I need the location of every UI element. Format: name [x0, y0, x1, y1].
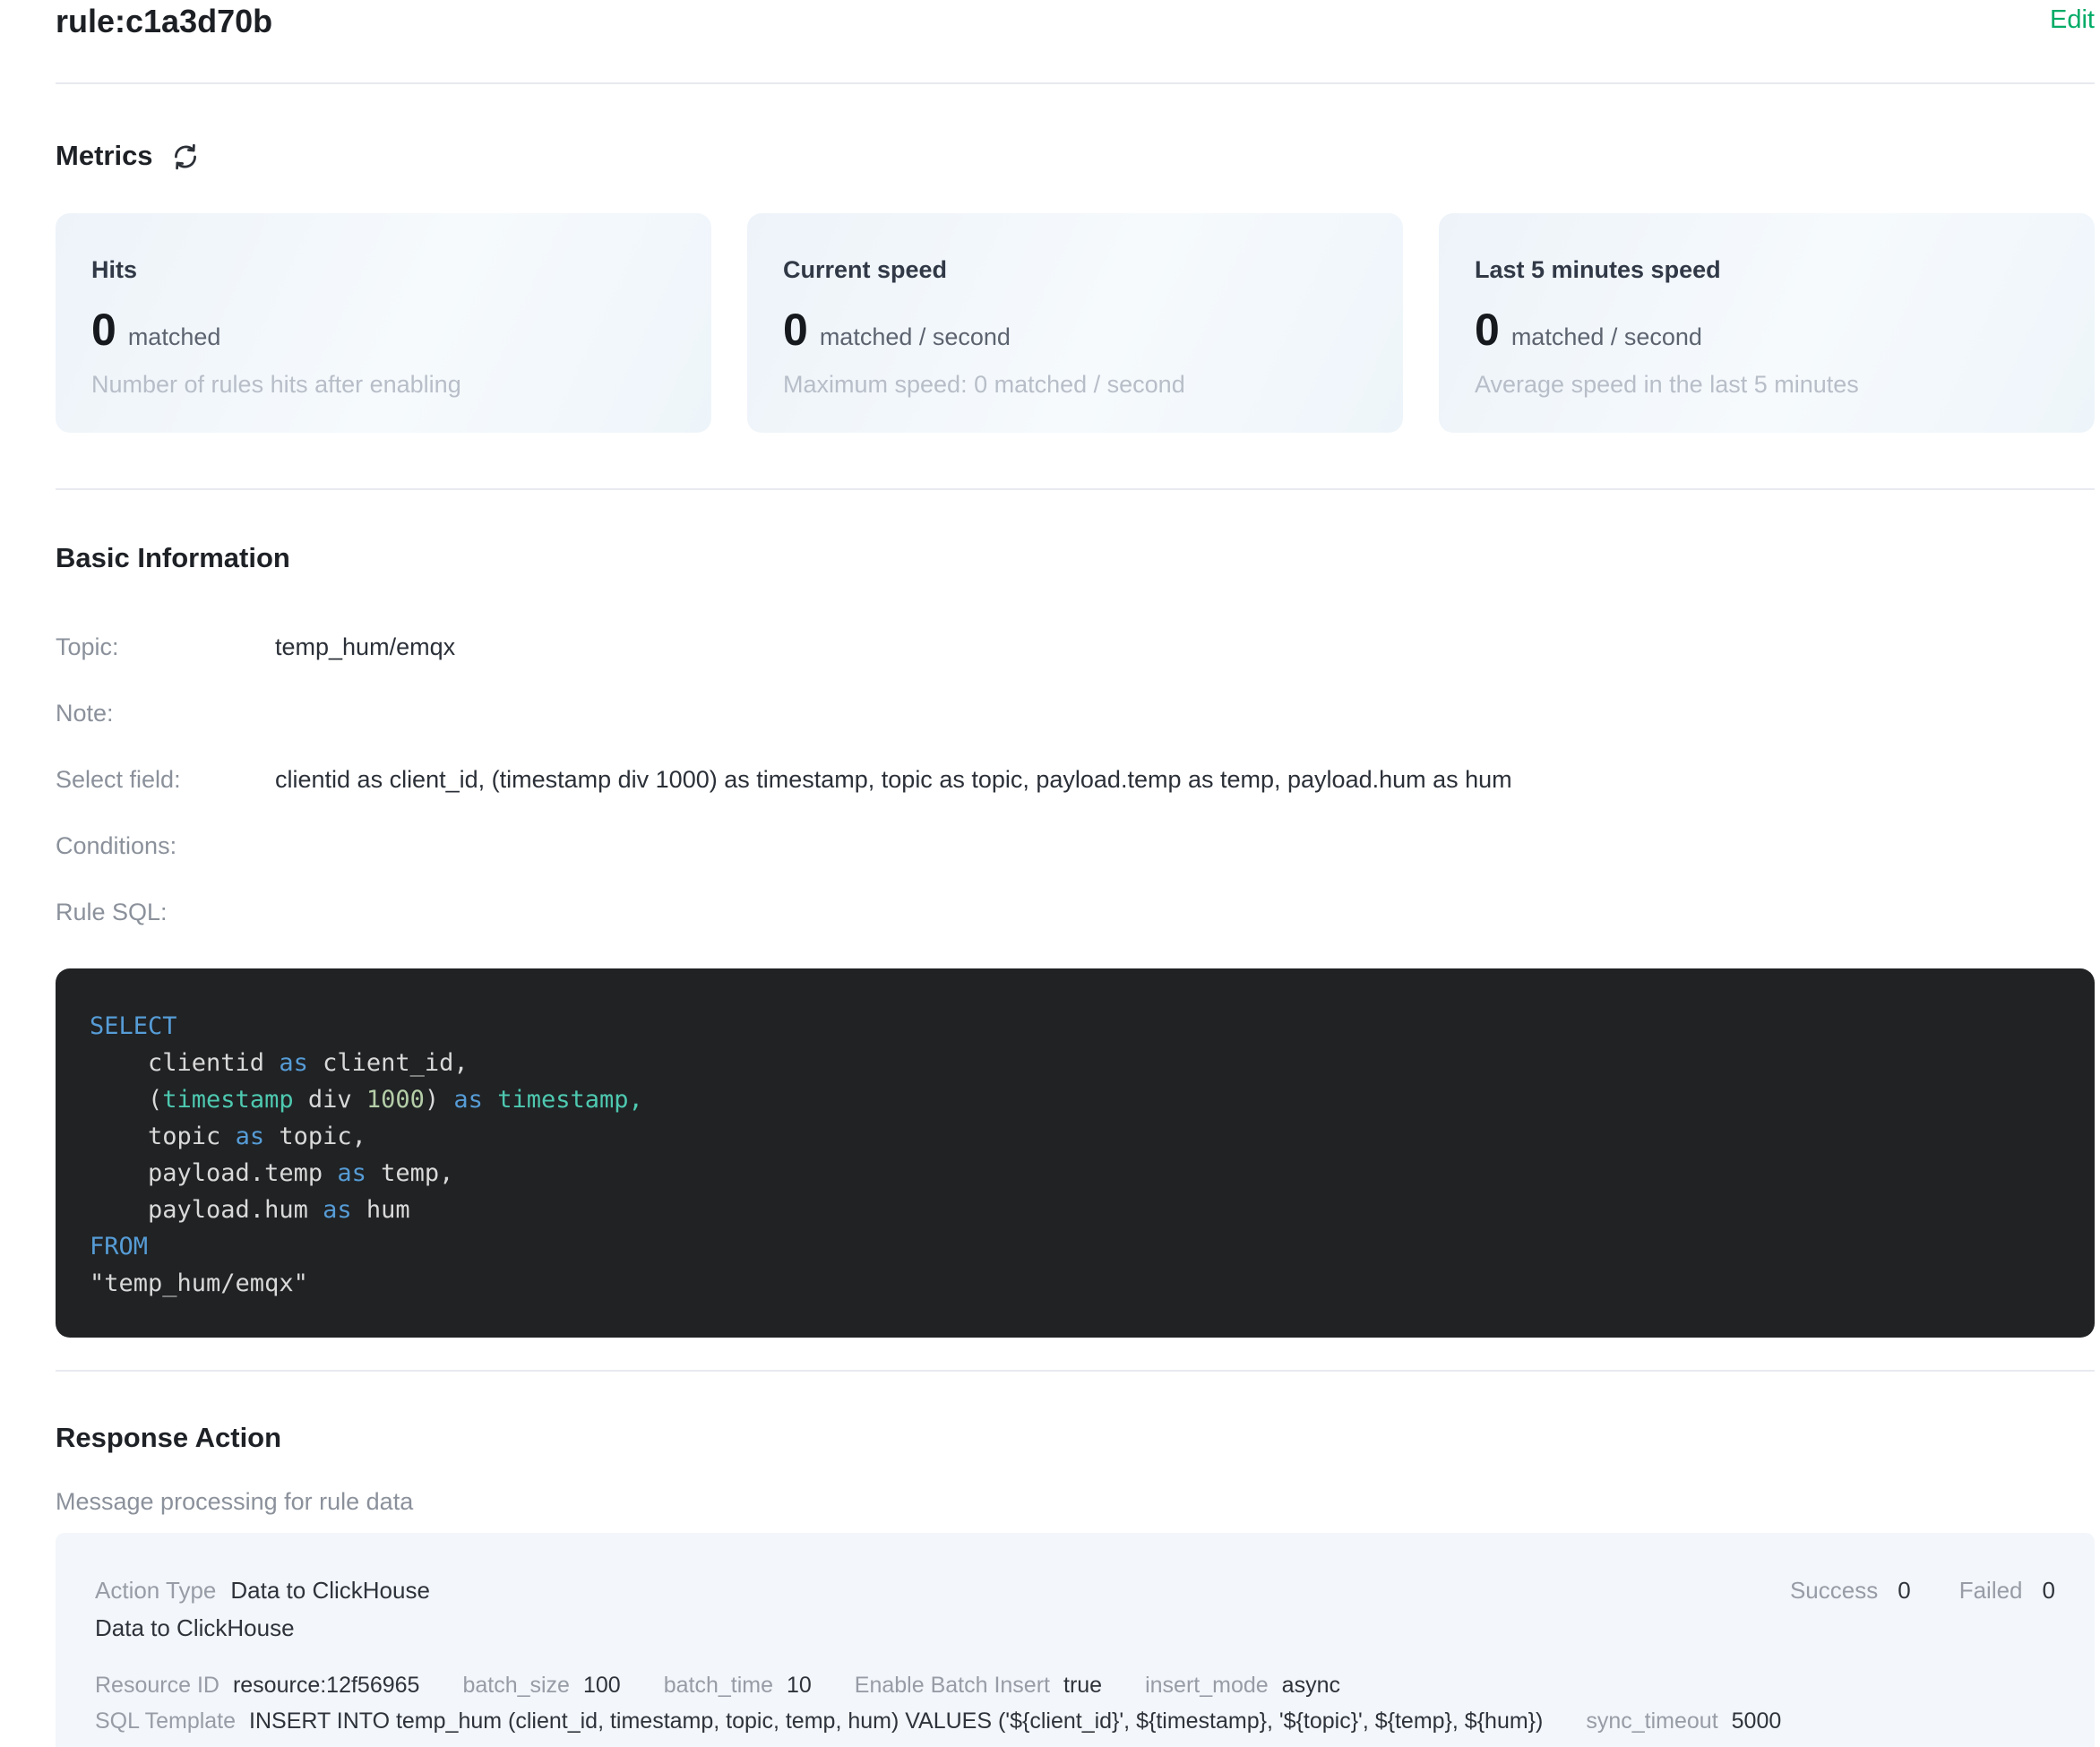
- page-title: rule:c1a3d70b: [56, 2, 272, 41]
- action-type-label: Action Type: [95, 1576, 216, 1605]
- property-label: sync_timeout: [1586, 1707, 1717, 1735]
- property-value: 5000: [1732, 1707, 1782, 1735]
- property-value: 10: [787, 1671, 812, 1700]
- metric-title: Current speed: [783, 254, 1367, 285]
- property-batch-time: batch_time 10: [664, 1671, 812, 1700]
- success-value: 0: [1898, 1576, 1910, 1605]
- action-card-header: Action Type Data to ClickHouse Success 0…: [95, 1576, 2055, 1605]
- refresh-icon[interactable]: [169, 141, 202, 173]
- action-properties: Resource ID resource:12f56965 batch_size…: [95, 1671, 2055, 1735]
- action-stats: Success 0 Failed 0: [1790, 1576, 2055, 1605]
- edit-link[interactable]: Edit: [2050, 4, 2095, 36]
- field-label: Topic:: [56, 632, 275, 662]
- property-label: insert_mode: [1145, 1671, 1269, 1700]
- property-enable-batch-insert: Enable Batch Insert true: [855, 1671, 1102, 1700]
- metric-card-last-5-minutes-speed: Last 5 minutes speed 0 matched / second …: [1439, 213, 2095, 433]
- field-row-topic: Topic: temp_hum/emqx: [56, 632, 2095, 662]
- metric-value-row: 0 matched / second: [1475, 306, 2059, 353]
- action-card: Action Type Data to ClickHouse Success 0…: [56, 1533, 2095, 1747]
- field-row-conditions: Conditions:: [56, 830, 2095, 861]
- metric-value: 0: [783, 306, 808, 353]
- rule-sql-code: SELECT clientid as client_id, (timestamp…: [56, 968, 2095, 1338]
- metric-value: 0: [1475, 306, 1500, 353]
- property-value: true: [1063, 1671, 1102, 1700]
- action-type: Action Type Data to ClickHouse: [95, 1576, 430, 1605]
- basic-information-fields: Topic: temp_hum/emqx Note: Select field:…: [56, 632, 2095, 927]
- metric-cards-row: Hits 0 matched Number of rules hits afte…: [56, 213, 2095, 433]
- field-label: Select field:: [56, 764, 275, 795]
- property-value: async: [1282, 1671, 1340, 1700]
- field-label: Conditions:: [56, 830, 275, 861]
- property-sql-template: SQL Template INSERT INTO temp_hum (clien…: [95, 1707, 1543, 1735]
- basic-information-heading: Basic Information: [56, 540, 2095, 576]
- metrics-heading-label: Metrics: [56, 138, 153, 174]
- property-sync-timeout: sync_timeout 5000: [1586, 1707, 1781, 1735]
- field-label: Rule SQL:: [56, 897, 275, 927]
- metric-unit: matched: [128, 323, 221, 351]
- property-label: batch_time: [664, 1671, 773, 1700]
- metric-value-row: 0 matched: [91, 306, 676, 353]
- field-label: Note:: [56, 698, 275, 728]
- failed-stat: Failed 0: [1959, 1576, 2055, 1605]
- metrics-section-heading: Metrics: [56, 138, 2095, 174]
- metric-description: Average speed in the last 5 minutes: [1475, 369, 2059, 400]
- rule-detail-page: rule:c1a3d70b Edit Metrics Hits 0 matche…: [0, 0, 2100, 1747]
- failed-value: 0: [2043, 1576, 2055, 1605]
- action-name: Data to ClickHouse: [95, 1614, 2055, 1642]
- property-value: 100: [583, 1671, 621, 1700]
- metric-title: Last 5 minutes speed: [1475, 254, 2059, 285]
- property-value: resource:12f56965: [233, 1671, 419, 1700]
- metric-value: 0: [91, 306, 116, 353]
- metric-value-row: 0 matched / second: [783, 306, 1367, 353]
- action-type-value: Data to ClickHouse: [230, 1576, 430, 1605]
- success-label: Success: [1790, 1576, 1878, 1605]
- section-divider: [56, 1370, 2095, 1372]
- action-property-row: Resource ID resource:12f56965 batch_size…: [95, 1671, 2055, 1700]
- metric-card-hits: Hits 0 matched Number of rules hits afte…: [56, 213, 711, 433]
- property-insert-mode: insert_mode async: [1145, 1671, 1340, 1700]
- field-row-select-field: Select field: clientid as client_id, (ti…: [56, 764, 2095, 795]
- page-header: rule:c1a3d70b Edit: [56, 2, 2095, 84]
- property-label: batch_size: [462, 1671, 570, 1700]
- field-value: clientid as client_id, (timestamp div 10…: [275, 764, 1512, 795]
- metric-title: Hits: [91, 254, 676, 285]
- metric-unit: matched / second: [1511, 323, 1702, 351]
- metric-unit: matched / second: [820, 323, 1011, 351]
- response-action-heading: Response Action: [56, 1420, 2095, 1456]
- field-value: temp_hum/emqx: [275, 632, 455, 662]
- property-label: SQL Template: [95, 1707, 236, 1735]
- success-stat: Success 0: [1790, 1576, 1911, 1605]
- property-label: Enable Batch Insert: [855, 1671, 1050, 1700]
- field-row-rule-sql: Rule SQL:: [56, 897, 2095, 927]
- metric-card-current-speed: Current speed 0 matched / second Maximum…: [747, 213, 1403, 433]
- property-label: Resource ID: [95, 1671, 219, 1700]
- field-row-note: Note:: [56, 698, 2095, 728]
- action-property-row: SQL Template INSERT INTO temp_hum (clien…: [95, 1707, 2055, 1735]
- property-batch-size: batch_size 100: [462, 1671, 620, 1700]
- property-resource-id: Resource ID resource:12f56965: [95, 1671, 419, 1700]
- section-divider: [56, 488, 2095, 490]
- property-value: INSERT INTO temp_hum (client_id, timesta…: [249, 1707, 1543, 1735]
- failed-label: Failed: [1959, 1576, 2023, 1605]
- metric-description: Number of rules hits after enabling: [91, 369, 676, 400]
- metric-description: Maximum speed: 0 matched / second: [783, 369, 1367, 400]
- response-action-subtitle: Message processing for rule data: [56, 1486, 2095, 1517]
